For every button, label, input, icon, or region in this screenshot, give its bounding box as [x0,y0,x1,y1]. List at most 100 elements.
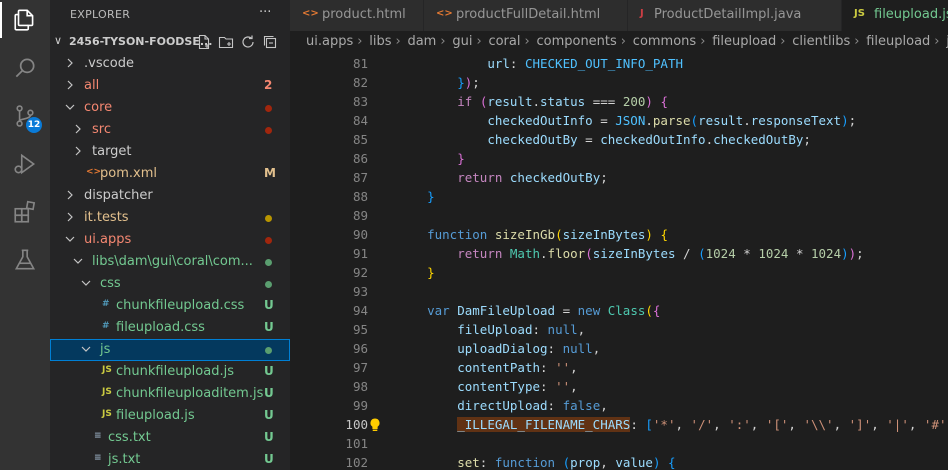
code-line[interactable]: 102 set: function (prop, value) { [290,454,948,470]
run-debug-icon[interactable] [12,151,38,177]
code-editor[interactable]: 81 url: CHECKED_OUT_INFO_PATH 82 }); 83 if… [290,55,948,470]
code-line[interactable]: 86 } [290,150,948,169]
editor-tab[interactable]: J ProductDetailImpl.java [628,0,842,31]
lightbulb-icon[interactable] [368,417,382,433]
code-line[interactable]: 101 [290,435,948,454]
folder-item[interactable]: it.tests [50,207,290,229]
editor-tab[interactable]: <> productFullDetail.html [424,0,628,31]
chevron-right-icon: › [620,34,626,49]
chevron-right-icon: › [934,34,940,49]
editor-tab[interactable]: JSfileupload.jsU [842,0,948,31]
breadcrumb-item[interactable]: components [536,34,616,49]
code-line[interactable]: 82 }); [290,74,948,93]
git-status-badge: U [264,320,274,334]
file-item[interactable]: JS chunkfileuploaditem.js U [50,383,290,405]
refresh-icon[interactable] [240,34,256,50]
file-item[interactable]: ≡ js.txt U [50,449,290,470]
folder-item[interactable]: dispatcher [50,185,290,207]
html-file-icon: <> [302,8,319,19]
chevron-down-icon [80,342,92,356]
chevron-down-icon [64,232,76,246]
more-actions-icon[interactable]: ··· [259,5,271,20]
breadcrumb-item[interactable]: commons [633,34,696,49]
line-number: 91 [352,246,368,261]
code-line[interactable]: 92 } [290,264,948,283]
code-line[interactable]: 100 _ILLEGAL_FILENAME_CHARS: ['*', '/', … [290,416,948,435]
extensions-icon[interactable] [12,199,38,225]
folder-item[interactable]: libs\dam\gui\coral\com... [50,251,290,273]
code-line[interactable]: 84 checkedOutInfo = JSON.parse(result.re… [290,112,948,131]
active-indicator [0,2,2,38]
git-status-badge: U [264,452,274,466]
code-line[interactable]: 91 return Math.floor(sizeInBytes / (1024… [290,245,948,264]
folder-item[interactable]: target [50,141,290,163]
js-file-icon: JS [102,387,112,397]
line-number: 87 [352,170,368,185]
folder-item[interactable]: ui.apps [50,229,290,251]
code-line[interactable]: 93 [290,283,948,302]
chevron-right-icon: › [476,34,482,49]
code-line[interactable]: 83 if (result.status === 200) { [290,93,948,112]
editor-tab[interactable]: <> product.html [290,0,424,31]
new-file-icon[interactable] [196,34,212,50]
git-status-badge: U [264,364,274,378]
folder-item[interactable]: js [50,339,290,361]
text-file-icon: ≡ [94,431,102,441]
folder-item[interactable]: core [50,97,290,119]
line-number: 92 [352,265,368,280]
search-icon[interactable] [12,55,38,81]
folder-item[interactable]: .vscode [50,53,290,75]
files-icon[interactable] [12,7,38,33]
code-line[interactable]: 95 fileUpload: null, [290,321,948,340]
code-line[interactable]: 98 contentType: '', [290,378,948,397]
code-line[interactable]: 94 var DamFileUpload = new Class({ [290,302,948,321]
git-status-badge: M [264,166,276,180]
collapse-all-icon[interactable] [262,34,278,50]
breadcrumb-item[interactable]: dam [407,34,436,49]
code-line[interactable]: 88 } [290,188,948,207]
chevron-right-icon: › [524,34,530,49]
code-line[interactable]: 89 [290,207,948,226]
breadcrumb-item[interactable]: fileupload [712,34,776,49]
code-line[interactable]: 99 directUpload: false, [290,397,948,416]
breadcrumb-item[interactable]: ui.apps [306,34,353,49]
file-item[interactable]: JS fileupload.js U [50,405,290,427]
line-number: 86 [352,151,368,166]
chevron-down-icon [80,276,92,290]
breadcrumb-item[interactable]: fileupload [866,34,930,49]
breadcrumb-item[interactable]: clientlibs [792,34,850,49]
line-number: 96 [352,341,368,356]
tree-item-label: css [100,276,121,291]
folder-item[interactable]: src [50,119,290,141]
css-file-icon: # [102,299,110,309]
tab-label: ProductDetailImpl.java [654,7,802,22]
tree-item-label: libs\dam\gui\coral\com... [92,254,253,269]
file-item[interactable]: JS chunkfileupload.js U [50,361,290,383]
code-line[interactable]: 97 contentPath: '', [290,359,948,378]
breadcrumb-item[interactable]: libs [369,34,391,49]
git-status-badge: 2 [264,78,273,92]
breadcrumb-item[interactable]: coral [488,34,520,49]
new-folder-icon[interactable] [218,34,234,50]
chevron-right-icon [64,78,76,92]
code-line[interactable]: 85 checkedOutBy = checkedOutInfo.checked… [290,131,948,150]
git-status-dot [265,237,272,244]
code-line[interactable]: 81 url: CHECKED_OUT_INFO_PATH [290,55,948,74]
file-item[interactable]: <> pom.xml M [50,163,290,185]
xml-file-icon: <> [86,167,102,177]
code-line[interactable]: 90 function sizeInGb(sizeInBytes) { [290,226,948,245]
flask-icon[interactable] [12,247,38,273]
folder-item[interactable]: all 2 [50,75,290,97]
workspace-folder-header[interactable]: ∨ 2456-TYSON-FOODSE... [50,31,290,53]
file-item[interactable]: ≡ css.txt U [50,427,290,449]
chevron-down-icon [64,100,76,114]
file-item[interactable]: # chunkfileupload.css U [50,295,290,317]
code-line[interactable]: 96 uploadDialog: null, [290,340,948,359]
breadcrumb-item[interactable]: gui [452,34,472,49]
line-number: 84 [352,113,368,128]
folder-item[interactable]: css [50,273,290,295]
code-line[interactable]: 87 return checkedOutBy; [290,169,948,188]
code-text: _ILLEGAL_FILENAME_CHARS: ['*', '/', ':',… [457,417,948,432]
file-item[interactable]: # fileupload.css U [50,317,290,339]
line-number: 93 [352,284,368,299]
